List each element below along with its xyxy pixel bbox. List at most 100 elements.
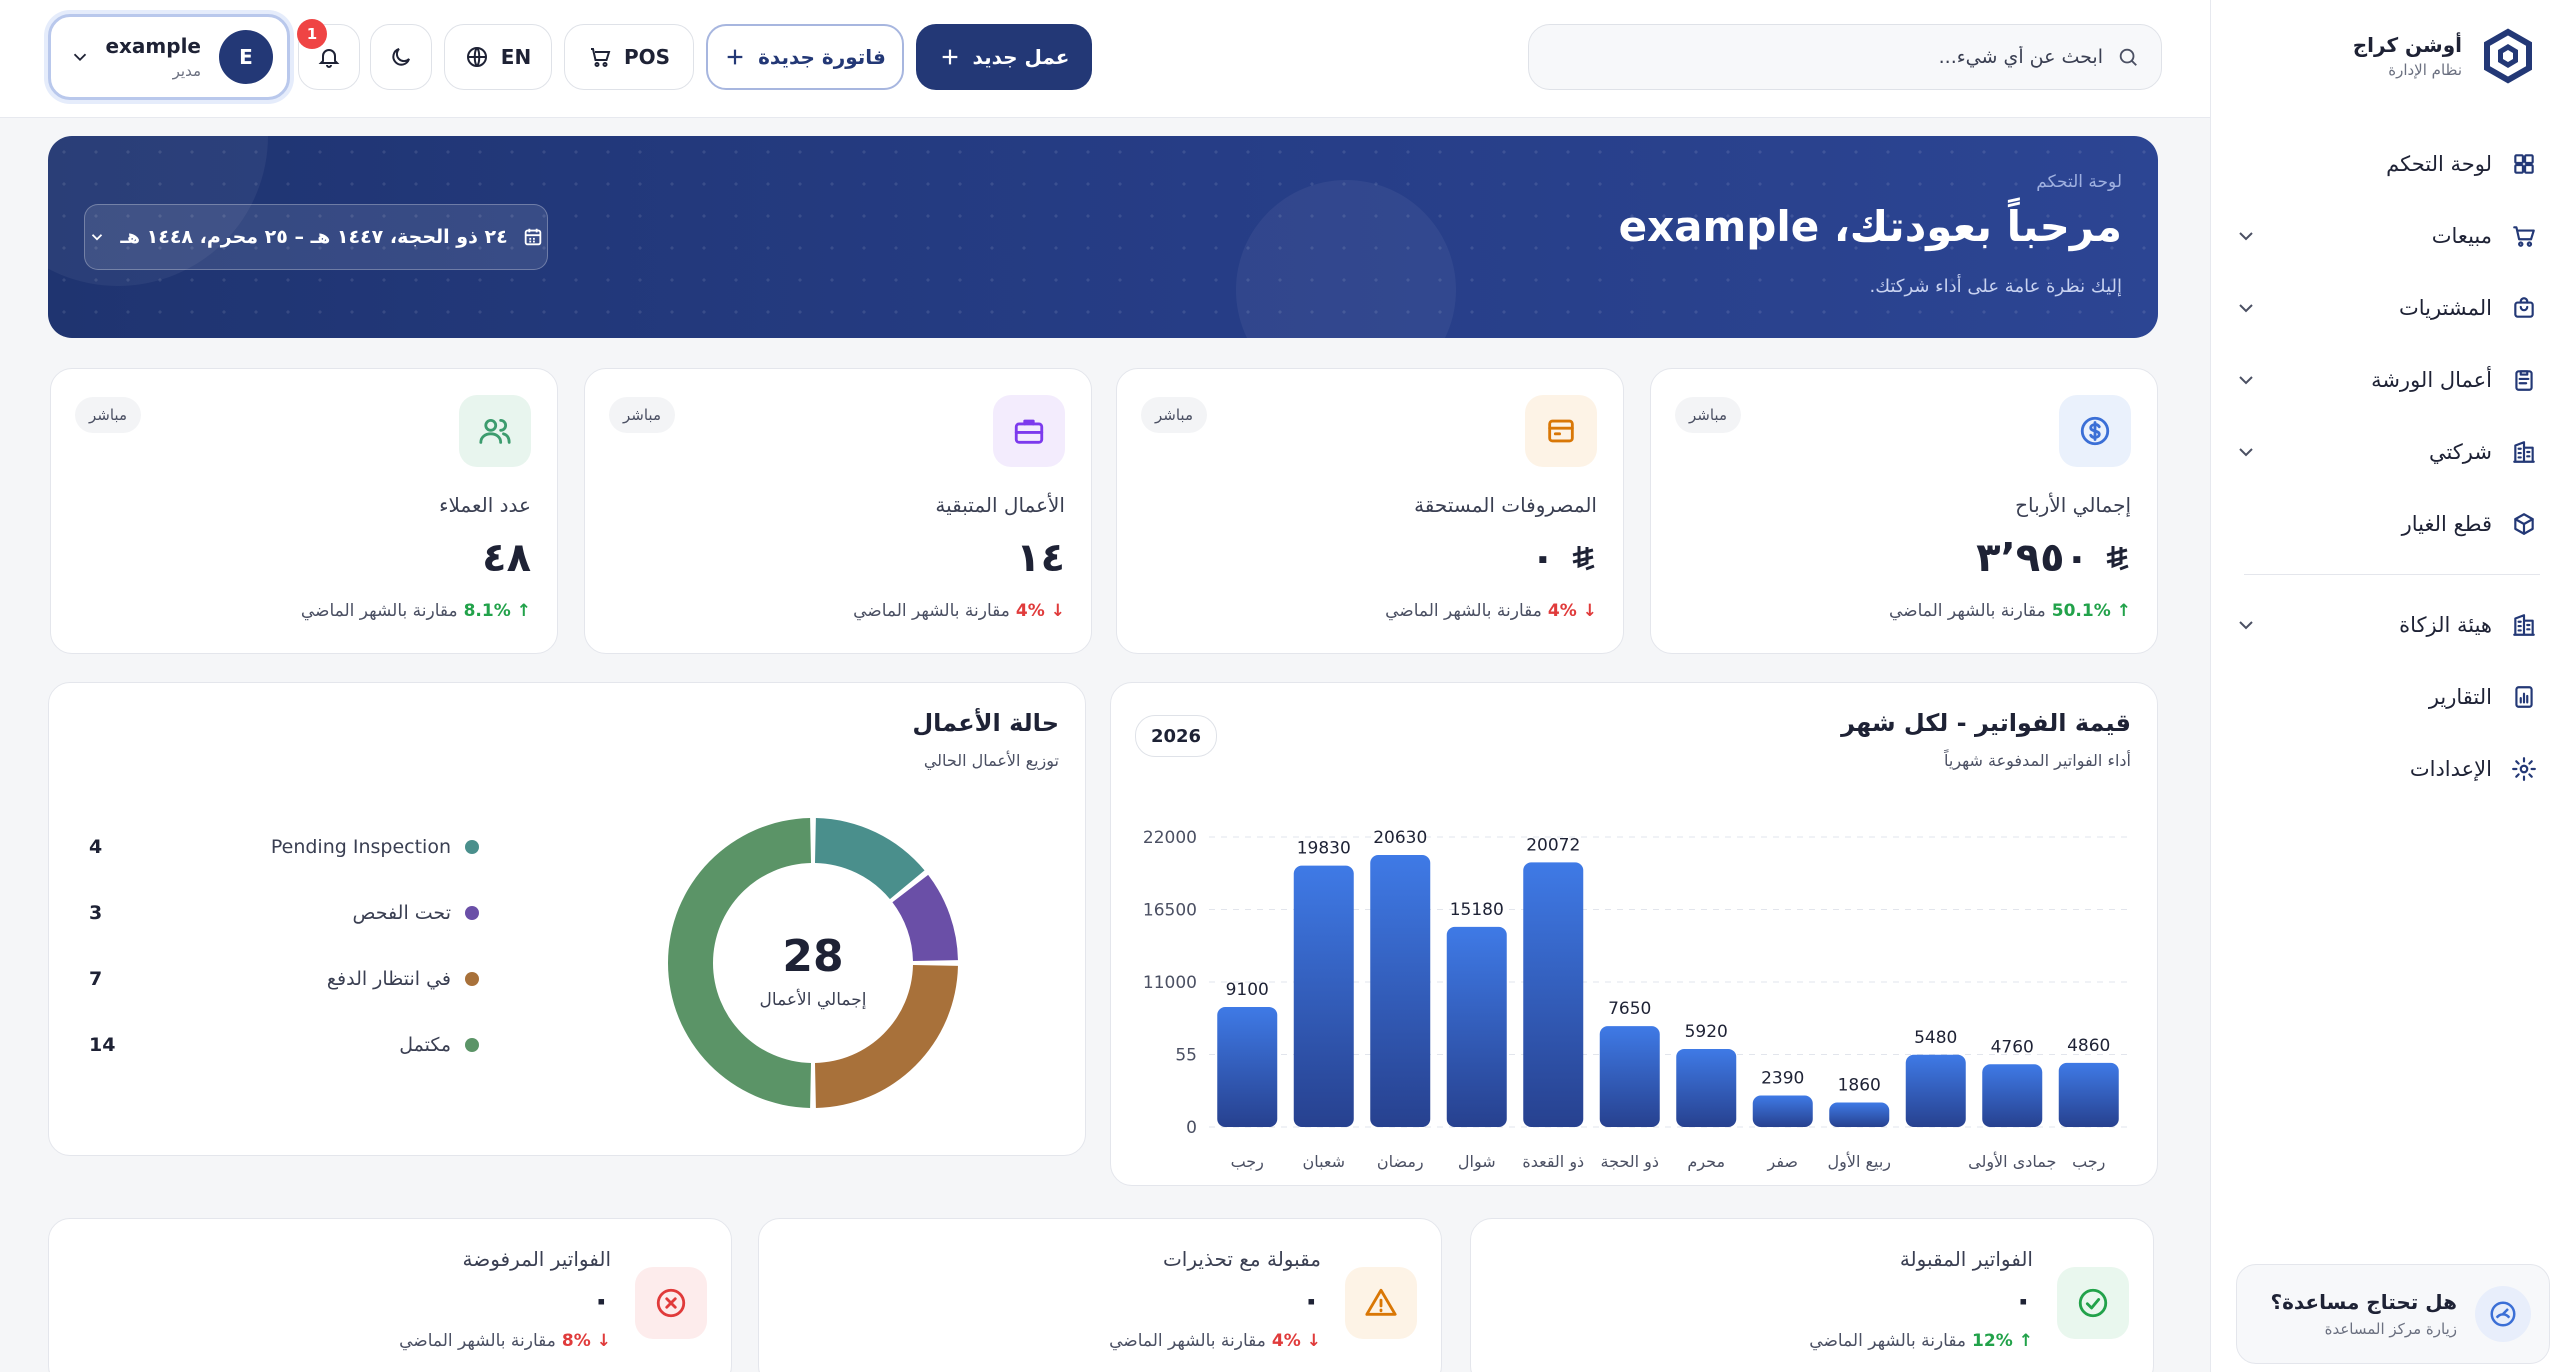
sidebar-divider [2244, 574, 2540, 575]
box-icon-wrap [2510, 510, 2538, 538]
sidebar-item-8[interactable]: الإعدادات [2210, 733, 2560, 805]
chart-bar[interactable] [1905, 1054, 1966, 1127]
brand[interactable]: أوشن كراج نظام الإدارة [2353, 26, 2536, 86]
x-tick-label: جمادى الأولى [1968, 1151, 2056, 1172]
dashboard-icon [2514, 154, 2534, 174]
zatca-invoice-card: مقبولة مع تحذيرات ٠ ↓ 4% مقارنة بالشهر ا… [758, 1218, 1442, 1372]
bar-value-label: 4760 [1991, 1037, 2034, 1057]
chart-bar[interactable] [1523, 862, 1584, 1127]
search-icon [2119, 48, 2137, 66]
search-box[interactable] [1528, 24, 2162, 90]
date-range-picker[interactable]: ٢٤ ذو الحجة، ١٤٤٧ هـ – ٢٥ محرم، ١٤٤٨ هـ [84, 204, 548, 270]
sidebar-item-3[interactable]: أعمال الورشة [2210, 344, 2560, 416]
search-input[interactable] [1551, 46, 2103, 68]
chart-bar[interactable] [2058, 1062, 2119, 1127]
trend-arrow-icon: ↓ [1582, 601, 1597, 621]
brand-logo-icon [2484, 28, 2532, 84]
donut-slice[interactable] [814, 818, 925, 900]
legend-item[interactable]: 14 مكتمل [89, 1025, 479, 1065]
chart-bar[interactable] [1293, 865, 1354, 1127]
sidebar-item-4[interactable]: شركتي [2210, 416, 2560, 488]
chevron-down-icon[interactable] [2234, 613, 2258, 637]
notifications-button[interactable]: 1 [297, 19, 360, 90]
sidebar-item-7[interactable]: التقارير [2210, 661, 2560, 733]
y-tick-label: 16500 [1143, 901, 1197, 921]
chevron-down-icon [73, 53, 87, 62]
card-icon-box [1345, 1267, 1417, 1339]
legend-item[interactable]: 7 في انتظار الدفع [89, 959, 479, 999]
check-circle-icon [2078, 1288, 2108, 1318]
donut-total: 28 [782, 931, 843, 982]
chart-bar[interactable] [1676, 1048, 1737, 1127]
user-menu[interactable]: example مدير E [48, 14, 290, 100]
card-value: ٠ [2013, 1281, 2033, 1319]
sidebar-nav: لوحة التحكم مبيعات المشتريات أعمال الورش… [2210, 128, 2560, 805]
legend-item[interactable]: 4 Pending Inspection [89, 827, 479, 867]
legend-item[interactable]: 3 تحت الفحص [89, 893, 479, 933]
dashboard-icon-wrap [2510, 150, 2538, 178]
chart-bar[interactable] [1370, 855, 1431, 1127]
help-center-card[interactable]: هل تحتاج مساعدة؟ زيارة مركز المساعدة [2236, 1264, 2550, 1364]
chart-bar[interactable] [1982, 1064, 2043, 1127]
pos-button[interactable]: POS [564, 24, 694, 90]
trend-arrow-icon: ↓ [596, 1331, 611, 1351]
chevron-down-icon[interactable] [2234, 224, 2258, 248]
help-link[interactable]: زيارة مركز المساعدة [2270, 1320, 2457, 1338]
sidebar-item-0[interactable]: لوحة التحكم [2210, 128, 2560, 200]
legend-count: 3 [89, 902, 103, 924]
sidebar-item-label: لوحة التحكم [2386, 152, 2492, 176]
y-tick-label: 0 [1186, 1118, 1197, 1138]
chevron-down-icon[interactable] [2234, 368, 2258, 392]
bell-icon [318, 49, 340, 68]
trend-value: 4% [1547, 601, 1577, 621]
box-icon [2514, 513, 2534, 535]
plus-icon [942, 49, 957, 65]
chevron-down-icon [92, 234, 103, 241]
welcome-banner: لوحة التحكم مرحباً بعودتك، example إليك … [48, 136, 2158, 338]
invoices-bar-chart: 0 55 11000 16500 22000 9100 رجب 19830 شعبان 20630… [1143, 828, 2127, 1172]
sidebar-item-label: التقارير [2428, 685, 2492, 709]
card-icon-box [635, 1267, 707, 1339]
sidebar-item-5[interactable]: قطع الغيار [2210, 488, 2560, 560]
legend-label: تحت الفحص [352, 902, 451, 924]
chevron-down-icon[interactable] [2234, 296, 2258, 320]
chart-bar[interactable] [1217, 1007, 1278, 1127]
zatca-invoice-card: الفواتير المرفوضة ٠ ↓ 8% مقارنة بالشهر ا… [48, 1218, 732, 1372]
help-icon [2475, 1286, 2531, 1342]
job-status-donut: 28 إجمالي الأعمال [667, 818, 958, 1108]
stat-value: ٠ [1530, 535, 1555, 581]
trend-value: 12% [1972, 1331, 2013, 1351]
stat-value-row: ٣٬٩٥٠ [1976, 535, 2131, 581]
stat-icon-box [2059, 395, 2131, 467]
riyal-currency-icon [1572, 546, 1595, 571]
shopping-cart-icon [590, 48, 611, 67]
user-name: example [105, 34, 201, 58]
chart-bar[interactable] [1829, 1102, 1890, 1127]
users-icon [479, 418, 511, 444]
chart-bar[interactable] [1446, 926, 1507, 1127]
card-title: مقبولة مع تحذيرات [1162, 1247, 1321, 1271]
sidebar-item-1[interactable]: مبيعات [2210, 200, 2560, 272]
donut-slice[interactable] [814, 964, 958, 1108]
trend-value: 4% [1271, 1331, 1301, 1351]
stat-trend: ↑ 50.1% مقارنة بالشهر الماضي [1889, 601, 2131, 621]
stat-icon-box [459, 395, 531, 467]
chart-bar[interactable] [1752, 1095, 1813, 1127]
trend-text: مقارنة بالشهر الماضي [1109, 1331, 1266, 1351]
new-invoice-button[interactable]: فاتورة جديدة [706, 24, 904, 90]
sidebar-item-6[interactable]: هيئة الزكاة [2210, 589, 2560, 661]
report-icon-wrap [2510, 683, 2538, 711]
theme-toggle-button[interactable] [370, 24, 432, 90]
card-trend: ↑ 12% مقارنة بالشهر الماضي [1809, 1331, 2033, 1351]
x-tick-label: ربيع الأول [1827, 1151, 1891, 1172]
sidebar-item-2[interactable]: المشتريات [2210, 272, 2560, 344]
zatca-invoice-card: الفواتير المقبولة ٠ ↑ 12% مقارنة بالشهر … [1470, 1218, 2154, 1372]
stat-value-row: ٠ [1531, 535, 1597, 581]
chart-bar[interactable] [1599, 1026, 1660, 1127]
chevron-down-icon[interactable] [2234, 440, 2258, 464]
clipboard-icon [2515, 370, 2533, 391]
y-tick-label: 22000 [1143, 828, 1197, 848]
new-job-button[interactable]: عمل جديد [916, 24, 1092, 90]
language-button[interactable]: EN [444, 24, 552, 90]
bar-value-label: 15180 [1450, 900, 1504, 920]
